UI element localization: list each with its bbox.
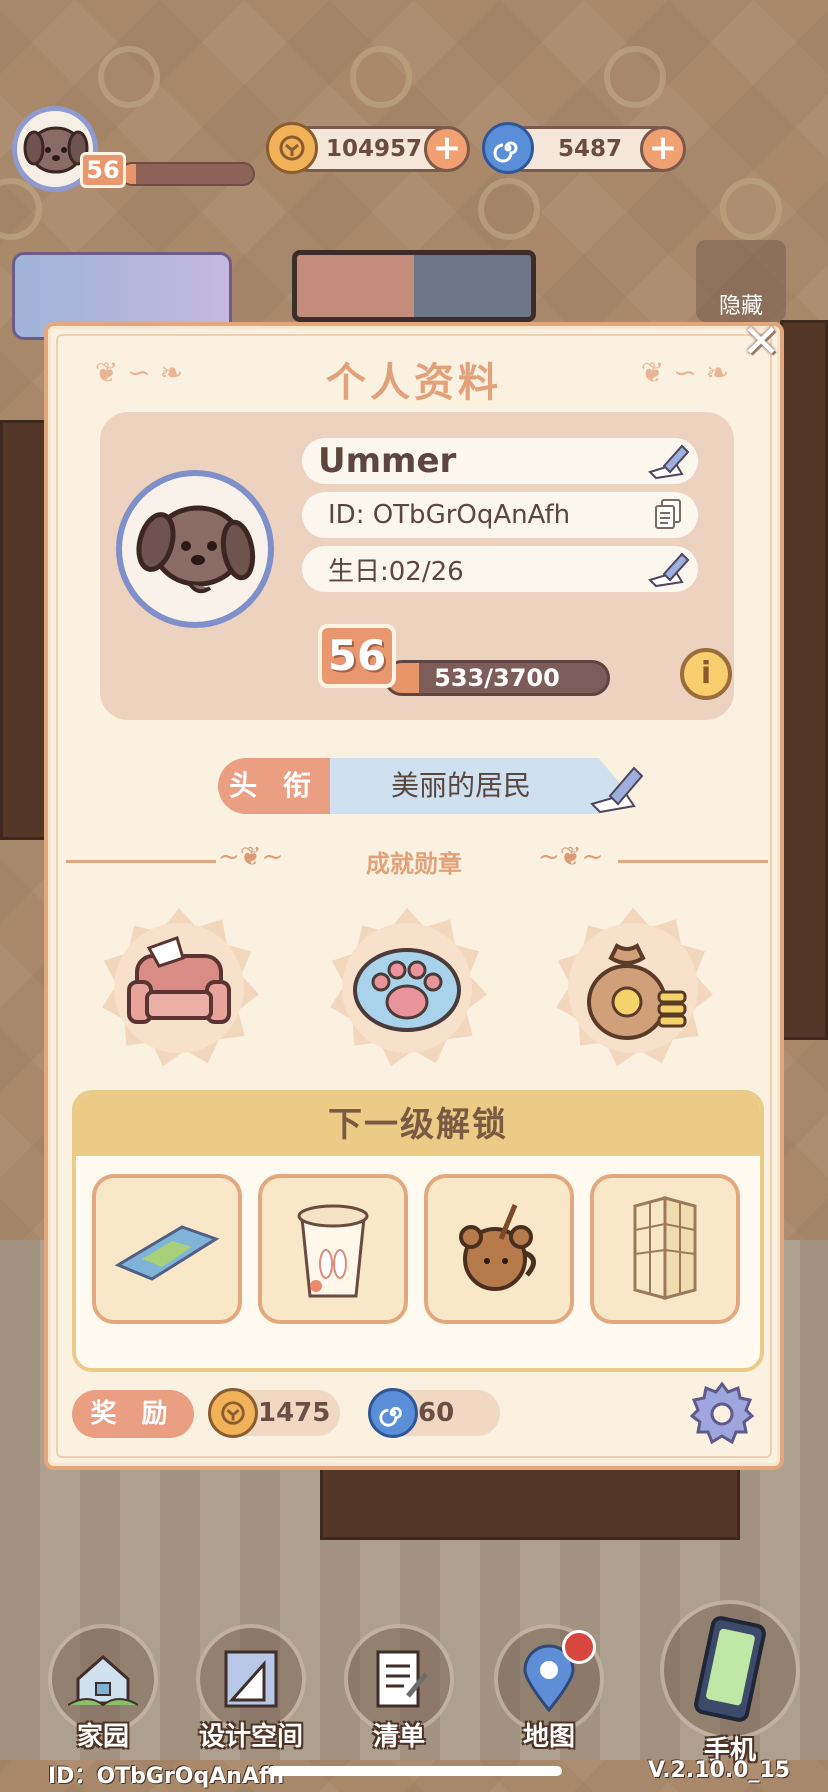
copy-icon[interactable] [646,496,690,534]
achievement-medal[interactable] [88,906,270,1070]
design-icon [224,1650,278,1708]
add-gems-button[interactable]: + [640,126,686,172]
rug-icon [114,1225,220,1281]
home-icon [68,1655,138,1707]
list-icon [376,1650,428,1708]
achievement-medal[interactable] [542,906,724,1070]
hide-ui-button[interactable]: 隐藏 [696,240,786,322]
title-label: 头 衔 [218,758,330,814]
unlock-item[interactable] [424,1174,574,1324]
id-field: ID: OTbGrOqAnAfh [302,492,698,538]
unlock-title: 下一级解锁 [76,1094,760,1156]
bear-mug-icon [459,1204,536,1291]
swirl-gem-icon [482,122,534,174]
next-level-unlock-panel: 下一级解锁 [72,1090,764,1372]
settings-gear-icon[interactable] [688,1380,756,1448]
unlock-item[interactable] [258,1174,408,1324]
name-field: Ummer [302,438,698,484]
player-id: ID: OTbGrOqAnAfh [328,500,571,530]
paw-medal-icon [353,948,461,1032]
close-button[interactable]: ✕ [736,316,786,366]
player-name: Ummer [318,441,457,481]
phone-icon [694,1616,766,1722]
profile-avatar[interactable] [116,470,274,628]
level-badge: 56 [318,624,396,688]
footer-player-id: ID：OTbGrOqAnAfh [48,1764,285,1789]
nav-map-label: 地图 [522,1722,575,1752]
edit-birthday-pen-icon[interactable] [646,550,690,588]
nav-phone-button[interactable] [660,1600,800,1740]
exp-text: 533/3700 [434,664,560,692]
add-coins-button[interactable]: + [424,126,470,172]
dog-avatar-icon [136,505,256,594]
armchair-medal-icon [127,936,231,1024]
birthday-field: 生日:02/26 [302,546,698,592]
home-indicator[interactable] [268,1766,562,1776]
notification-dot [562,1630,596,1664]
bunny-cup-icon [297,1204,369,1298]
nav-home-label: 家园 [76,1722,129,1752]
coin-bag-medal-icon [587,943,687,1040]
unlock-item[interactable] [590,1174,740,1324]
edit-name-pen-icon[interactable] [646,442,690,480]
nav-list-label: 清单 [372,1722,425,1752]
player-birthday: 生日:02/26 [328,556,464,587]
hud-level-bar [120,162,255,186]
hud-level-badge: 56 [80,152,126,188]
coin-icon [208,1388,258,1438]
folding-screen-icon [633,1196,697,1300]
swirl-gem-icon [368,1388,418,1438]
profile-modal: ❦ ∽ ❧ ❦ ∽ ❧ 个人资料 Ummer ID: OTbGrOqAnAfh [44,322,784,1470]
divider [618,860,768,863]
profile-card: Ummer ID: OTbGrOqAnAfh 生日:02/26 533/3700… [100,412,734,720]
event-banner-weather[interactable] [292,250,536,322]
reward-label: 奖 励 [72,1390,194,1438]
title-value: 美丽的居民 [330,758,622,814]
nav-design-label: 设计空间 [198,1722,303,1752]
edit-title-pen-icon[interactable] [588,762,644,814]
flourish-icon: ~❦~ [538,842,604,872]
version-label: V.2.10.0_15 [648,1758,791,1783]
exp-bar: 533/3700 [384,660,610,696]
coin-icon [266,122,318,174]
modal-title: 个人资料 [326,360,502,406]
unlock-item[interactable] [92,1174,242,1324]
achievement-medal[interactable] [316,906,498,1070]
level-info-button[interactable]: i [680,648,732,700]
